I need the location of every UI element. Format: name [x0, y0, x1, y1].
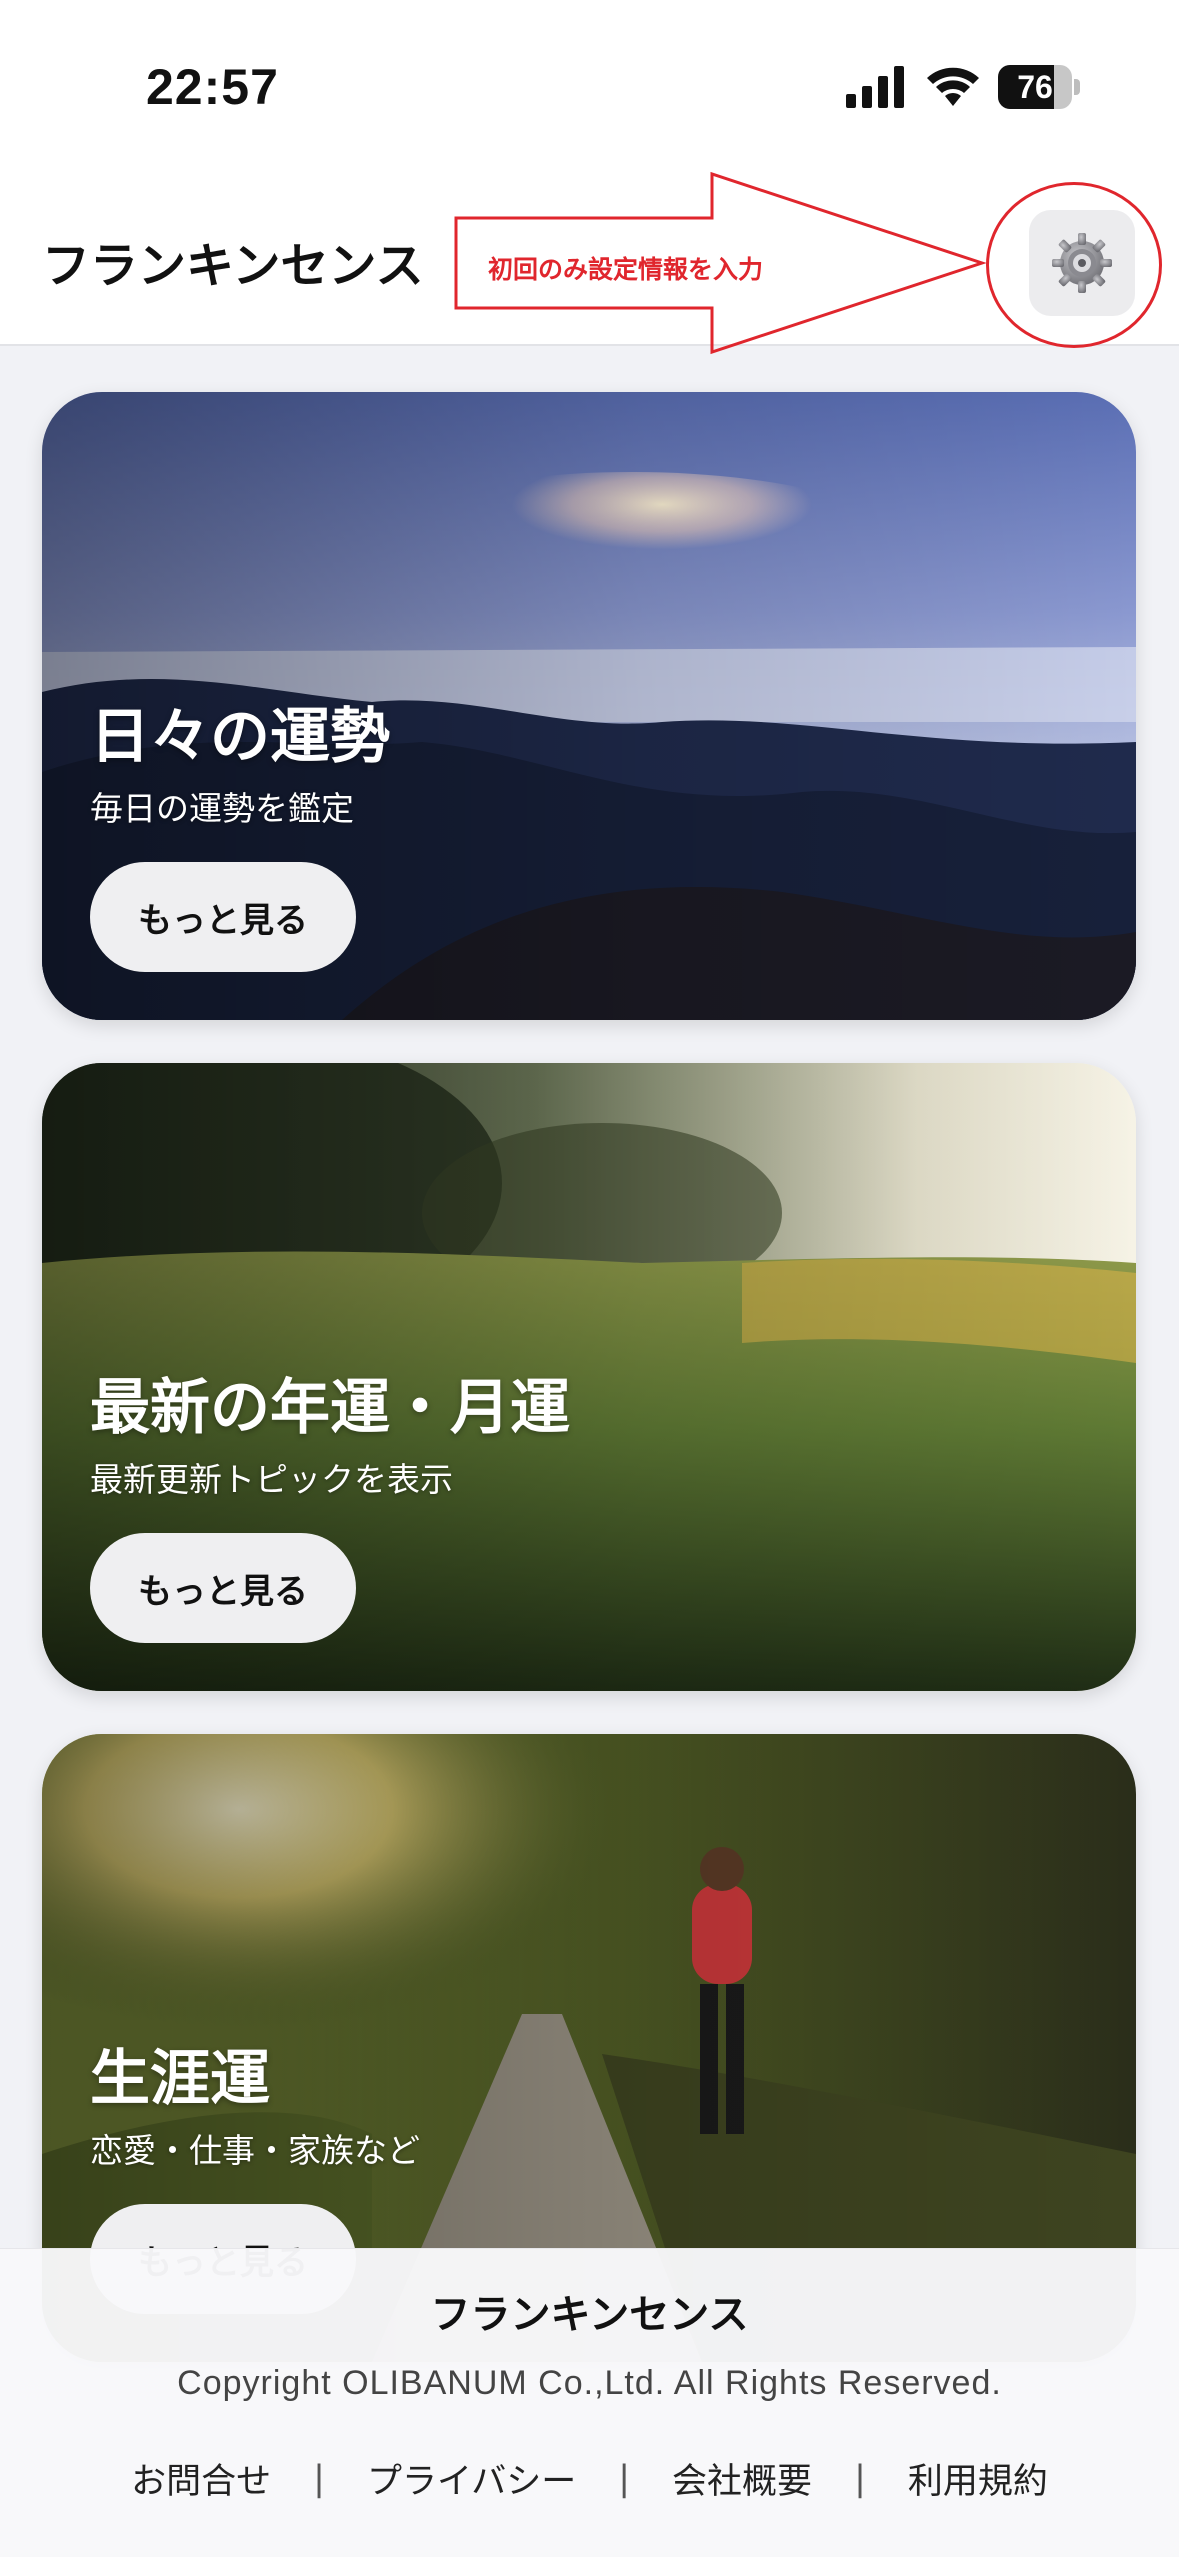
footer-separator: | [854, 2458, 866, 2499]
card-subtitle: 恋愛・仕事・家族など [90, 2131, 420, 2170]
footer-brand: フランキンセンス [430, 2292, 749, 2338]
battery-percentage: 76 [1017, 69, 1053, 105]
footer-link-privacy[interactable]: プライバシー [345, 2453, 598, 2504]
card-subtitle: 最新更新トピックを表示 [90, 1460, 453, 1499]
card-daily-fortune[interactable]: 日々の運勢 毎日の運勢を鑑定 もっと見る [42, 392, 1136, 1020]
footer: フランキンセンス Copyright OLIBANUM Co.,Ltd. All… [0, 2248, 1179, 2557]
footer-links: お問合せ | プライバシー | 会社概要 | 利用規約 [0, 2453, 1179, 2504]
footer-copyright: Copyright OLIBANUM Co.,Ltd. All Rights R… [177, 2364, 1002, 2402]
more-button[interactable]: もっと見る [90, 862, 356, 972]
app-title: フランキンセンス [42, 238, 424, 294]
footer-link-company[interactable]: 会社概要 [650, 2453, 834, 2504]
battery-icon: 76 [998, 65, 1080, 109]
card-title: 最新の年運・月運 [90, 1373, 570, 1443]
footer-separator: | [313, 2458, 325, 2499]
cellular-signal-icon [846, 66, 904, 108]
footer-link-contact[interactable]: お問合せ [109, 2453, 293, 2504]
card-yearly-monthly-fortune[interactable]: 最新の年運・月運 最新更新トピックを表示 もっと見る [42, 1063, 1136, 1691]
wifi-icon [927, 67, 979, 106]
card-subtitle: 毎日の運勢を鑑定 [90, 789, 354, 828]
footer-separator: | [618, 2458, 631, 2499]
more-button[interactable]: もっと見る [90, 1533, 356, 1643]
annotation-text: 初回のみ設定情報を入力 [488, 255, 764, 284]
card-title: 日々の運勢 [90, 702, 390, 772]
footer-link-terms[interactable]: 利用規約 [886, 2453, 1070, 2504]
card-title: 生涯運 [90, 2044, 270, 2114]
status-bar: 22:57 76 [0, 0, 1179, 170]
status-time: 22:57 [146, 59, 279, 115]
annotation-circle [986, 182, 1162, 348]
